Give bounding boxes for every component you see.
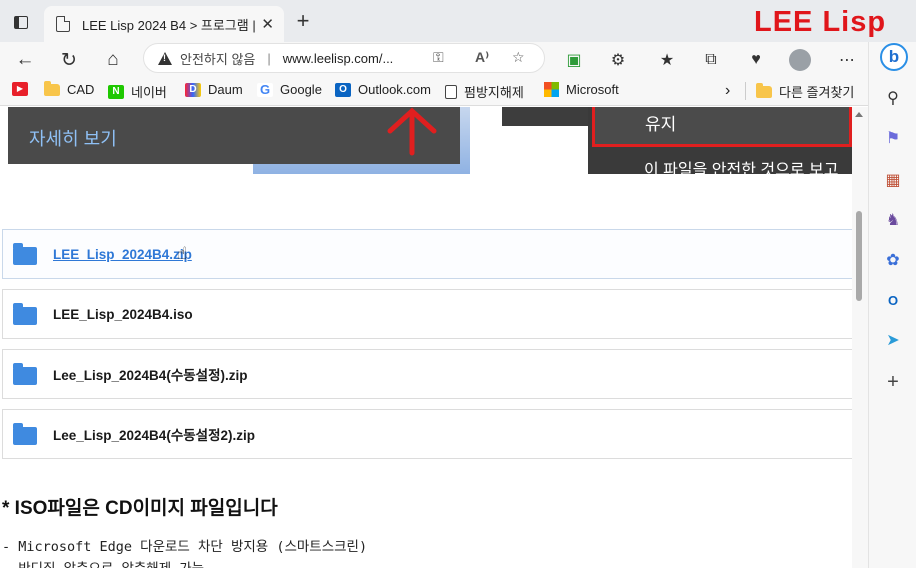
address-separator: | — [267, 50, 271, 66]
key-icon[interactable]: ⚿ — [433, 49, 444, 66]
hand-cursor-icon: ☝ — [177, 244, 188, 263]
extensions-icon[interactable]: ⚙ — [606, 48, 630, 72]
favorites-icon[interactable]: ★ — [655, 48, 679, 72]
fav-label: Google — [280, 82, 322, 97]
youtube-icon: ▶ — [12, 82, 28, 96]
address-bar[interactable]: 안전하지 않음 | www.leelisp.com/... ⚿ A⁾ ☆ — [143, 43, 545, 73]
microsoft-icon — [544, 82, 559, 97]
shopping-tag-icon[interactable]: ⚑ — [883, 128, 903, 148]
fav-label: Outlook.com — [358, 82, 431, 97]
fav-cad[interactable]: CAD — [44, 80, 95, 97]
folder-icon — [44, 80, 60, 96]
smartscreen-dialog: 유지 이 파일을 안전한 것으로 보고 — [588, 107, 852, 179]
iso-heading: * ISO파일은 CD이미지 파일입니다 — [2, 498, 278, 519]
page-icon — [445, 84, 457, 99]
file-link[interactable]: LEE_Lisp_2024B4.iso — [53, 307, 193, 322]
toolbox-icon[interactable]: ▦ — [883, 170, 903, 190]
outlook-sidebar-icon[interactable]: O — [883, 290, 903, 310]
google-icon: G — [257, 82, 273, 97]
keep-option[interactable]: 유지 — [592, 107, 852, 147]
fav-label: Microsoft — [566, 82, 619, 97]
edge-sidebar: ⚲ ⚑ ▦ ♞ ✿ O ➤ + — [868, 42, 916, 568]
fav-label: 다른 즐겨찾기 — [779, 85, 855, 100]
tab-actions-icon — [14, 15, 28, 29]
add-icon[interactable]: + — [883, 371, 903, 393]
fav-microsoft[interactable]: Microsoft — [544, 82, 619, 97]
page-icon — [56, 16, 70, 32]
close-tab-icon[interactable]: ✕ — [261, 15, 274, 33]
note-line: - 반디집 압축으로 압축해제 가능 — [2, 557, 204, 568]
chevron-right-icon[interactable]: › — [725, 82, 730, 100]
fav-label: Daum — [208, 82, 243, 97]
security-label[interactable]: 안전하지 않음 — [180, 49, 255, 68]
browser-essentials-icon[interactable]: ♥ — [744, 48, 768, 72]
tab-title: LEE Lisp 2024 B4 > 프로그램 | Lee — [82, 17, 260, 33]
fav-google[interactable]: G Google — [257, 82, 322, 97]
new-tab-button[interactable]: + — [292, 10, 314, 32]
fav-naver[interactable]: N 네이버 — [108, 82, 167, 101]
daum-icon: D — [185, 82, 201, 97]
file-row[interactable]: Lee_Lisp_2024B4(수동설정).zip — [2, 349, 852, 399]
vertical-scrollbar[interactable] — [852, 107, 868, 568]
folder-icon — [13, 362, 37, 385]
note-line: - Microsoft Edge 다운로드 차단 방지용 (스마트스크린) — [2, 539, 368, 555]
red-arrow-icon — [387, 107, 437, 156]
fav-outlook[interactable]: O Outlook.com — [335, 82, 431, 97]
fav-pumbangji[interactable]: 펌방지해제 — [445, 82, 524, 101]
send-icon[interactable]: ➤ — [883, 330, 903, 350]
report-safe-option[interactable]: 이 파일을 안전한 것으로 보고 — [644, 156, 838, 180]
favorites-bar: ▶ CAD N 네이버 D Daum G Google O Outlook.co… — [0, 76, 868, 106]
dark-panel — [502, 107, 592, 126]
tab-strip: LEE Lisp 2024 B4 > 프로그램 | Lee ✕ + LEE Li… — [0, 0, 916, 42]
microsoft365-icon[interactable]: ✿ — [883, 250, 903, 270]
fav-label: CAD — [67, 82, 95, 97]
url-text[interactable]: www.leelisp.com/... — [283, 51, 394, 66]
folder-icon — [13, 242, 37, 265]
back-icon[interactable]: ← — [11, 46, 39, 74]
games-icon[interactable]: ♞ — [883, 210, 903, 230]
fav-label: 네이버 — [131, 85, 167, 100]
home-icon[interactable]: ⌂ — [99, 46, 127, 74]
navigation-bar: ← ↻ ⌂ 안전하지 않음 | www.leelisp.com/... ⚿ A⁾… — [0, 42, 868, 76]
file-link[interactable]: Lee_Lisp_2024B4(수동설정2).zip — [53, 424, 255, 444]
more-options-icon[interactable]: ⋯ — [835, 48, 859, 72]
read-aloud-icon[interactable]: A⁾ — [475, 49, 489, 66]
warning-icon[interactable] — [158, 51, 172, 65]
details-link[interactable]: 자세히 보기 — [29, 129, 117, 149]
tv-icon[interactable]: ▣ — [562, 48, 586, 72]
scroll-up-icon[interactable] — [855, 112, 863, 117]
brand-watermark: LEE Lisp — [754, 6, 887, 38]
keep-label: 유지 — [645, 115, 677, 134]
fav-daum[interactable]: D Daum — [185, 82, 243, 97]
page-content: 자세히 보기 유지 이 파일을 안전한 것으로 보고 LEE_Lisp_2024… — [0, 107, 852, 568]
scroll-thumb[interactable] — [856, 211, 862, 301]
tab-actions-button[interactable] — [8, 10, 34, 34]
favbar-divider — [745, 82, 746, 100]
folder-icon — [13, 422, 37, 445]
file-link[interactable]: Lee_Lisp_2024B4(수동설정).zip — [53, 364, 248, 384]
fav-other-favorites[interactable]: 다른 즐겨찾기 — [756, 82, 854, 101]
bing-chat-icon[interactable]: b — [880, 43, 908, 71]
naver-icon: N — [108, 84, 124, 99]
active-tab[interactable]: LEE Lisp 2024 B4 > 프로그램 | Lee ✕ — [44, 6, 284, 42]
search-icon[interactable]: ⚲ — [883, 88, 903, 108]
outlook-icon: O — [335, 82, 351, 97]
fav-label: 펌방지해제 — [464, 85, 524, 100]
refresh-icon[interactable]: ↻ — [55, 46, 83, 74]
folder-icon — [13, 302, 37, 325]
file-row[interactable]: LEE_Lisp_2024B4.zip — [2, 229, 852, 279]
collections-icon[interactable]: ⧉ — [699, 48, 723, 72]
favorite-star-icon[interactable]: ☆ — [512, 49, 525, 66]
file-row[interactable]: Lee_Lisp_2024B4(수동설정2).zip — [2, 409, 852, 459]
fav-youtube[interactable]: ▶ — [12, 82, 28, 96]
profile-avatar[interactable] — [788, 48, 812, 72]
file-row[interactable]: LEE_Lisp_2024B4.iso — [2, 289, 852, 339]
folder-icon — [756, 82, 772, 98]
file-link[interactable]: LEE_Lisp_2024B4.zip — [53, 247, 192, 262]
